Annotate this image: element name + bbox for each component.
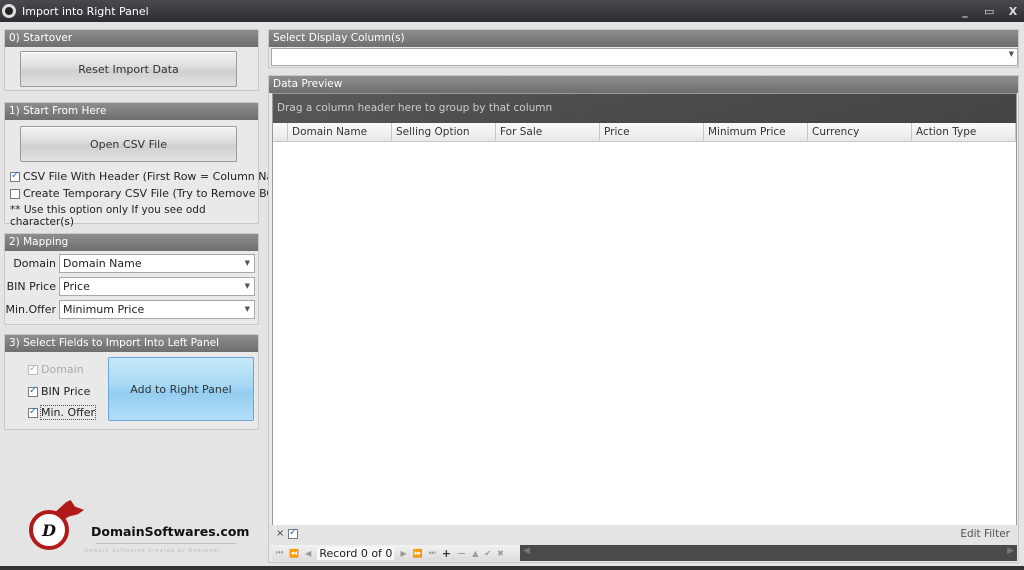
edit-filter-link[interactable]: Edit Filter bbox=[960, 528, 1010, 540]
window-controls: _ ▭ X bbox=[960, 0, 1018, 22]
column-header-price[interactable]: Price bbox=[600, 123, 704, 141]
logo-tagline: Domain Softwares Created by Domainer bbox=[84, 548, 221, 554]
csv-header-checkbox[interactable] bbox=[10, 170, 20, 182]
select-fields-group: 3) Select Fields to Import Into Left Pan… bbox=[4, 334, 259, 430]
startover-group: 0) Startover Reset Import Data bbox=[4, 29, 259, 91]
data-grid: Drag a column header here to group by th… bbox=[272, 93, 1017, 542]
column-headers: Domain Name Selling Option For Sale Pric… bbox=[273, 123, 1016, 142]
end-edit-icon[interactable]: ✔ bbox=[484, 549, 491, 558]
mapping-label: BIN Price bbox=[6, 280, 56, 293]
filter-enabled-checkbox[interactable] bbox=[288, 527, 298, 539]
window-bottom-border bbox=[0, 566, 1024, 570]
chevron-down-icon: ▼ bbox=[1008, 50, 1014, 58]
scroll-right-icon[interactable]: ▶ bbox=[1007, 546, 1014, 556]
mapping-label: Domain bbox=[13, 257, 56, 270]
mapping-row-min-offer: Min.Offer Minimum Price ▼ bbox=[5, 300, 258, 319]
data-preview-header: Data Preview bbox=[269, 76, 1018, 93]
append-icon[interactable]: + bbox=[442, 547, 451, 560]
bin-price-field-checkbox[interactable] bbox=[28, 385, 38, 397]
min-offer-field-checkbox[interactable] bbox=[28, 406, 38, 418]
reset-import-data-button[interactable]: Reset Import Data bbox=[20, 51, 237, 87]
logo-ring-icon: D bbox=[29, 510, 69, 550]
logo-divider bbox=[96, 543, 236, 544]
bin-price-mapping-select[interactable]: Price ▼ bbox=[59, 277, 255, 296]
mapping-row-bin-price: BIN Price Price ▼ bbox=[5, 277, 258, 296]
field-label: Min. Offer bbox=[39, 405, 97, 420]
last-record-icon[interactable]: ⏭ bbox=[429, 548, 436, 558]
temp-csv-checkbox[interactable] bbox=[10, 188, 20, 199]
logo-letter: D bbox=[42, 520, 56, 540]
next-page-icon[interactable]: ⏩ bbox=[413, 549, 423, 558]
logo-brand: DomainSoftwares.com bbox=[91, 524, 250, 539]
column-header-for-sale[interactable]: For Sale bbox=[496, 123, 600, 141]
mapping-label: Min.Offer bbox=[5, 303, 56, 316]
startover-header: 0) Startover bbox=[5, 30, 258, 47]
next-record-icon[interactable]: ▶ bbox=[400, 549, 406, 558]
chevron-down-icon: ▼ bbox=[244, 282, 250, 290]
group-by-panel[interactable]: Drag a column header here to group by th… bbox=[273, 94, 1016, 123]
temp-csv-label: Create Temporary CSV File (Try to Remove… bbox=[23, 187, 289, 200]
display-columns-select[interactable]: ▼ bbox=[271, 48, 1018, 66]
navigator-buttons: ⏮ ⏪ ◀ Record 0 of 0 ▶ ⏩ ⏭ + − ▲ ✔ ✖ bbox=[272, 545, 520, 561]
domain-field-checkbox bbox=[28, 363, 38, 375]
mapping-group: 2) Mapping Domain Domain Name ▼ BIN Pric… bbox=[4, 233, 259, 325]
csv-header-label: CSV File With Header (First Row = Column… bbox=[23, 170, 295, 183]
window-title: Import into Right Panel bbox=[22, 4, 149, 18]
column-header-action-type[interactable]: Action Type bbox=[912, 123, 1016, 141]
logo: D DomainSoftwares.com Domain Softwares C… bbox=[26, 498, 249, 560]
edit-icon[interactable]: ▲ bbox=[472, 549, 478, 558]
field-domain: Domain bbox=[28, 363, 84, 376]
chevron-down-icon: ▼ bbox=[244, 259, 250, 267]
column-header-selling-option[interactable]: Selling Option bbox=[392, 123, 496, 141]
cancel-edit-icon[interactable]: ✖ bbox=[497, 549, 504, 558]
close-filter-icon[interactable]: × bbox=[276, 528, 284, 539]
column-header-domain-name[interactable]: Domain Name bbox=[288, 123, 392, 141]
row-indicator-header bbox=[273, 123, 288, 141]
record-counter: Record 0 of 0 bbox=[317, 546, 395, 560]
mapping-row-domain: Domain Domain Name ▼ bbox=[5, 254, 258, 273]
filter-panel: × Edit Filter bbox=[269, 525, 1018, 545]
display-columns-group: Select Display Column(s) ▼ bbox=[268, 29, 1019, 68]
maximize-button[interactable]: ▭ bbox=[984, 5, 994, 18]
mapping-header: 2) Mapping bbox=[5, 234, 258, 251]
minimize-button[interactable]: _ bbox=[960, 5, 970, 18]
app-icon bbox=[2, 4, 16, 18]
column-header-minimum-price[interactable]: Minimum Price bbox=[704, 123, 808, 141]
start-group: 1) Start From Here Open CSV File CSV Fil… bbox=[4, 102, 295, 228]
csv-header-option[interactable]: CSV File With Header (First Row = Column… bbox=[10, 170, 295, 183]
data-preview-group: Data Preview Drag a column header here t… bbox=[268, 75, 1019, 563]
prev-page-icon[interactable]: ⏪ bbox=[289, 549, 299, 558]
field-label: BIN Price bbox=[41, 385, 91, 398]
title-bar: Import into Right Panel _ ▭ X bbox=[0, 0, 1024, 22]
domain-mapping-select[interactable]: Domain Name ▼ bbox=[59, 254, 255, 273]
open-csv-file-button[interactable]: Open CSV File bbox=[20, 126, 237, 162]
field-min-offer[interactable]: Min. Offer bbox=[28, 405, 97, 420]
min-offer-mapping-select[interactable]: Minimum Price ▼ bbox=[59, 300, 255, 319]
select-fields-header: 3) Select Fields to Import Into Left Pan… bbox=[5, 335, 258, 352]
start-header: 1) Start From Here bbox=[5, 103, 258, 120]
display-columns-header: Select Display Column(s) bbox=[269, 30, 1018, 47]
temp-csv-option[interactable]: Create Temporary CSV File (Try to Remove… bbox=[10, 187, 289, 200]
select-value: Price bbox=[63, 280, 90, 293]
add-to-right-panel-button[interactable]: Add to Right Panel bbox=[108, 357, 254, 421]
close-button[interactable]: X bbox=[1008, 5, 1018, 18]
field-bin-price[interactable]: BIN Price bbox=[28, 385, 90, 398]
field-label: Domain bbox=[41, 363, 84, 376]
horizontal-scrollbar[interactable]: ◀ ▶ bbox=[520, 545, 1017, 561]
first-record-icon[interactable]: ⏮ bbox=[276, 548, 283, 558]
column-header-currency[interactable]: Currency bbox=[808, 123, 912, 141]
chevron-down-icon: ▼ bbox=[244, 305, 250, 313]
scroll-left-icon[interactable]: ◀ bbox=[523, 546, 530, 556]
select-value: Minimum Price bbox=[63, 303, 145, 316]
delete-icon[interactable]: − bbox=[457, 547, 466, 560]
prev-record-icon[interactable]: ◀ bbox=[305, 549, 311, 558]
select-value: Domain Name bbox=[63, 257, 142, 270]
data-navigator: ⏮ ⏪ ◀ Record 0 of 0 ▶ ⏩ ⏭ + − ▲ ✔ ✖ ◀ ▶ bbox=[272, 545, 1017, 561]
bom-note: ** Use this option only If you see odd c… bbox=[10, 204, 206, 228]
